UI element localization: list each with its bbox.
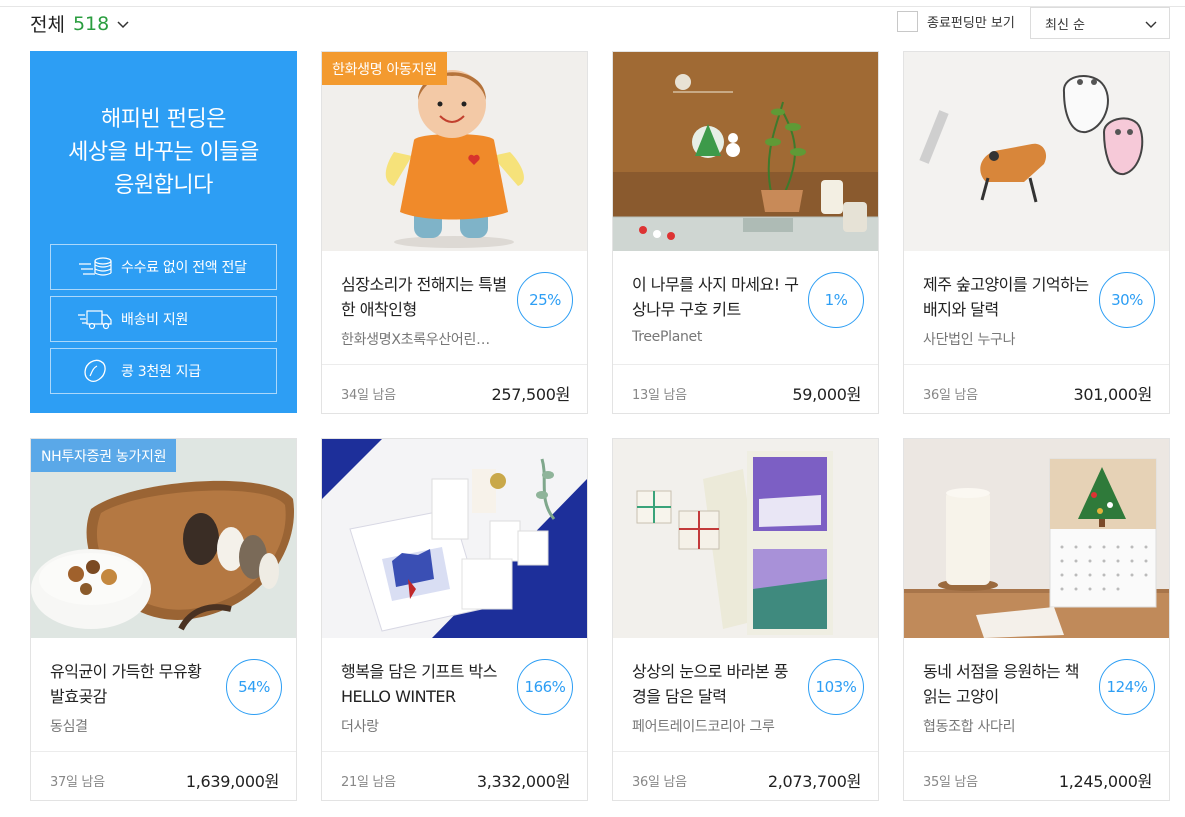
funded-amount: 2,073,700원 (767, 772, 861, 791)
funded-amount: 1,639,000원 (185, 772, 279, 791)
card-organization: 더사랑 (341, 719, 379, 735)
card-title: 행복을 담은 기프트 박스 HELLO WINTER (341, 662, 497, 706)
sponsor-badge: 한화생명 아동지원 (322, 52, 447, 85)
bean-icon (75, 357, 115, 385)
card-title: 심장소리가 전해지는 특별한 애착인형 (341, 275, 507, 319)
card-organization: 페어트레이드코리아 그루 (632, 719, 775, 735)
funding-card[interactable]: 동네 서점을 응원하는 책 읽는 고양이 협동조합 사다리 124% 35일 남… (903, 438, 1170, 801)
card-divider (613, 364, 878, 365)
achievement-rate: 103% (808, 659, 864, 715)
funding-card[interactable]: 상상의 눈으로 바라본 풍경을 담은 달력 페어트레이드코리아 그루 103% … (612, 438, 879, 801)
funded-amount: 59,000원 (792, 385, 861, 404)
bean-reward-button[interactable]: 콩 3천원 지급 (50, 348, 277, 394)
fee-free-button[interactable]: 수수료 없이 전액 전달 (50, 244, 277, 290)
days-left: 37일 남음 (50, 775, 105, 790)
funding-card[interactable]: 한화생명 아동지원 심장소리가 전해지는 특별한 애착인형 한화생명X초록우산어… (321, 51, 588, 414)
funded-amount: 3,332,000원 (476, 772, 570, 791)
product-image-tree-kit (613, 52, 878, 251)
card-title: 유익균이 가득한 무유황 발효곶감 (50, 662, 202, 706)
promo-line: 해피빈 펀딩은 (101, 107, 226, 132)
sponsor-badge: NH투자증권 농가지원 (31, 439, 177, 472)
chevron-down-icon (1145, 21, 1157, 28)
sort-label: 최신 순 (1045, 17, 1086, 33)
achievement-rate: 54% (226, 659, 282, 715)
achievement-rate: 25% (517, 272, 573, 328)
card-organization: 동심결 (50, 719, 88, 735)
coins-icon (75, 253, 115, 281)
funding-card[interactable]: NH투자증권 농가지원 유익균이 가득한 무유황 발효곶감 동심결 54% 37… (30, 438, 297, 801)
category-dropdown[interactable]: 전체 518 (30, 10, 129, 37)
product-image-cat-badges (904, 52, 1169, 251)
promo-line: 세상을 바꾸는 이들을 (68, 140, 259, 165)
bean-reward-label: 콩 3천원 지급 (121, 364, 201, 380)
card-title: 이 나무를 사지 마세요! 구상나무 구호 키트 (632, 275, 799, 319)
product-image-cat-calendar (904, 439, 1169, 638)
ended-filter-checkbox[interactable] (897, 11, 918, 32)
ended-filter[interactable]: 종료펀딩만 보기 (897, 11, 1015, 32)
card-divider (904, 751, 1169, 752)
days-left: 21일 남음 (341, 775, 396, 790)
chevron-down-icon (117, 20, 129, 28)
list-header: 전체 518 종료펀딩만 보기 최신 순 (30, 7, 1170, 40)
funded-amount: 301,000원 (1073, 385, 1153, 404)
card-divider (904, 364, 1169, 365)
days-left: 35일 남음 (923, 775, 978, 790)
card-title: 동네 서점을 응원하는 책 읽는 고양이 (923, 662, 1079, 706)
days-left: 36일 남음 (923, 388, 978, 403)
fee-free-label: 수수료 없이 전액 전달 (121, 260, 247, 276)
sort-select[interactable]: 최신 순 (1030, 7, 1170, 39)
funding-card[interactable]: 제주 숲고양이를 기억하는 배지와 달력 사단법인 누구나 30% 36일 남음… (903, 51, 1170, 414)
days-left: 13일 남음 (632, 388, 687, 403)
card-divider (322, 751, 587, 752)
days-left: 36일 남음 (632, 775, 687, 790)
count-value: 518 (72, 12, 110, 35)
card-organization: 한화생명X초록우산어린… (341, 332, 490, 348)
card-organization: TreePlanet (632, 329, 703, 345)
card-divider (31, 751, 296, 752)
achievement-rate: 30% (1099, 272, 1155, 328)
count-label: 전체 (30, 14, 65, 36)
promo-banner: 해피빈 펀딩은 세상을 바꾸는 이들을 응원합니다 수수료 없이 전액 전달 배… (30, 51, 297, 413)
card-title: 상상의 눈으로 바라본 풍경을 담은 달력 (632, 662, 788, 706)
card-organization: 사단법인 누구나 (923, 332, 1016, 348)
product-image-gift-box (322, 439, 587, 638)
truck-icon (75, 305, 115, 333)
card-title: 제주 숲고양이를 기억하는 배지와 달력 (923, 275, 1089, 319)
promo-headline: 해피빈 펀딩은 세상을 바꾸는 이들을 응원합니다 (30, 103, 297, 202)
ended-filter-label: 종료펀딩만 보기 (927, 16, 1015, 31)
achievement-rate: 166% (517, 659, 573, 715)
top-divider (0, 0, 1185, 7)
shipping-support-button[interactable]: 배송비 지원 (50, 296, 277, 342)
achievement-rate: 124% (1099, 659, 1155, 715)
achievement-rate: 1% (808, 272, 864, 328)
funded-amount: 1,245,000원 (1058, 772, 1152, 791)
days-left: 34일 남음 (341, 388, 396, 403)
card-divider (322, 364, 587, 365)
card-divider (613, 751, 878, 752)
promo-line: 응원합니다 (114, 173, 213, 198)
shipping-support-label: 배송비 지원 (121, 312, 189, 328)
funded-amount: 257,500원 (491, 385, 571, 404)
card-organization: 협동조합 사다리 (923, 719, 1016, 735)
product-image-calendar (613, 439, 878, 638)
funding-card[interactable]: 이 나무를 사지 마세요! 구상나무 구호 키트 TreePlanet 1% 1… (612, 51, 879, 414)
funding-card[interactable]: 행복을 담은 기프트 박스 HELLO WINTER 더사랑 166% 21일 … (321, 438, 588, 801)
